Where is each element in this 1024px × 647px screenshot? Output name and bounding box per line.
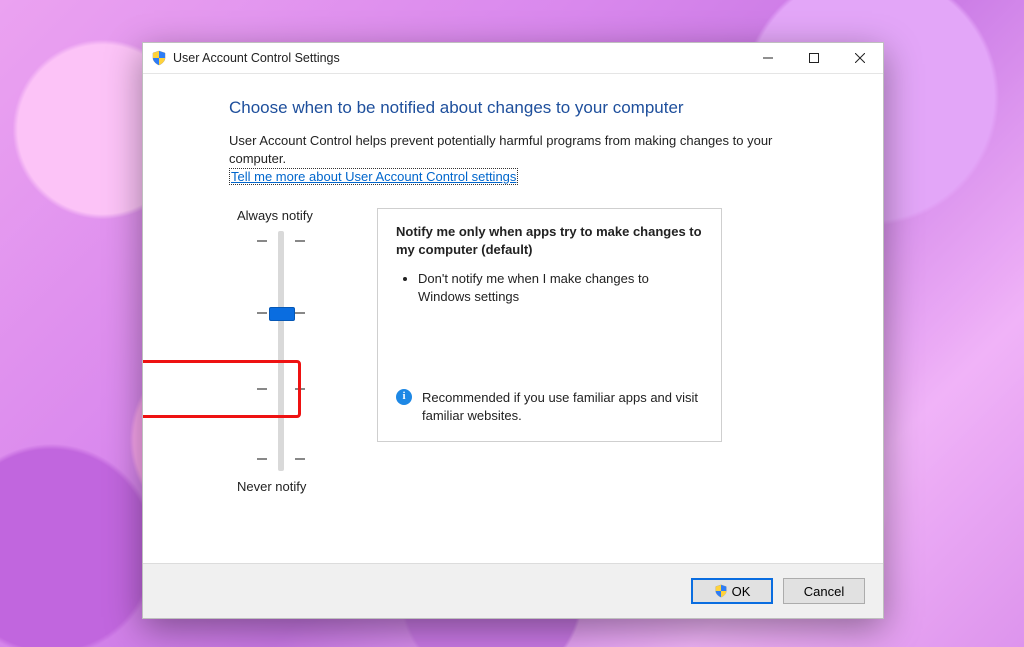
level-description-panel: Notify me only when apps try to make cha… — [377, 208, 722, 442]
notification-slider-column: Always notify Never notify — [229, 208, 377, 494]
window-body: Choose when to be notified about changes… — [143, 74, 883, 563]
info-icon: i — [396, 389, 412, 405]
close-button[interactable] — [837, 43, 883, 73]
ok-button[interactable]: OK — [691, 578, 773, 604]
maximize-button[interactable] — [791, 43, 837, 73]
level-title: Notify me only when apps try to make cha… — [396, 223, 703, 258]
level-bullet-list: Don't notify me when I make changes to W… — [396, 270, 703, 306]
uac-shield-icon — [714, 584, 728, 598]
titlebar[interactable]: User Account Control Settings — [143, 43, 883, 74]
page-subtext: User Account Control helps prevent poten… — [229, 132, 830, 167]
slider-track — [278, 231, 284, 471]
uac-settings-window: User Account Control Settings Choose whe… — [142, 42, 884, 619]
help-link[interactable]: Tell me more about User Account Control … — [229, 168, 518, 185]
recommendation-row: i Recommended if you use familiar apps a… — [396, 389, 703, 425]
level-bullet: Don't notify me when I make changes to W… — [418, 270, 703, 306]
button-bar: OK Cancel — [143, 563, 883, 618]
notification-slider[interactable] — [229, 231, 377, 471]
recommendation-text: Recommended if you use familiar apps and… — [422, 389, 703, 425]
cancel-button-label: Cancel — [804, 584, 844, 599]
window-title: User Account Control Settings — [173, 51, 340, 65]
cancel-button[interactable]: Cancel — [783, 578, 865, 604]
slider-top-label: Always notify — [229, 208, 377, 223]
slider-bottom-label: Never notify — [229, 479, 377, 494]
page-heading: Choose when to be notified about changes… — [229, 98, 830, 118]
minimize-button[interactable] — [745, 43, 791, 73]
slider-thumb[interactable] — [269, 307, 295, 321]
uac-shield-icon — [151, 50, 167, 66]
ok-button-label: OK — [732, 584, 751, 599]
